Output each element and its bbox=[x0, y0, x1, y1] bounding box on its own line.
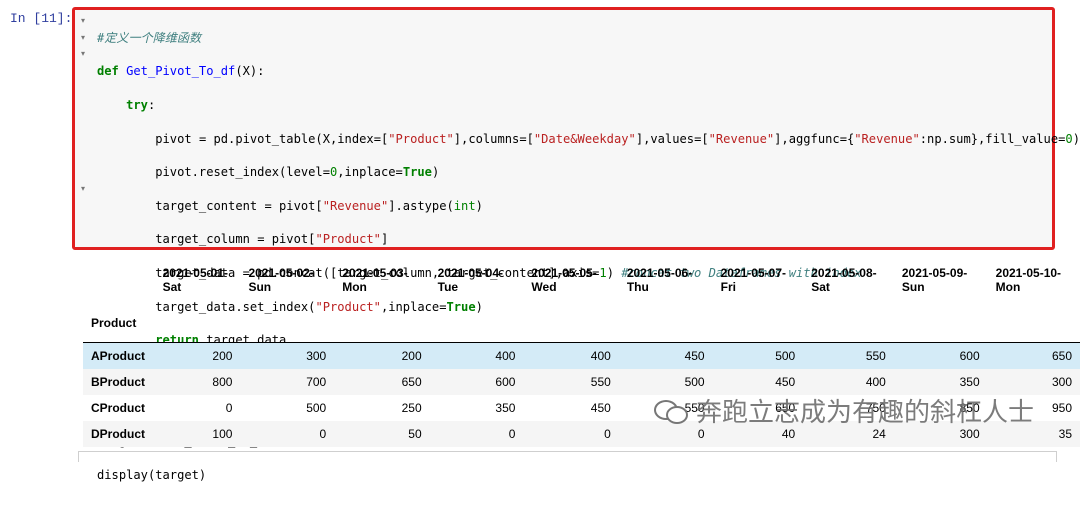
row-index: AProduct bbox=[91, 349, 145, 363]
column-header-row: 2021-05-01- Sat 2021-05-02- Sun 2021-05-03- M… bbox=[83, 266, 1080, 316]
table-cell: 200 bbox=[212, 349, 233, 363]
next-cell-edge[interactable] bbox=[78, 451, 1057, 462]
index-name-spacer bbox=[334, 316, 430, 343]
table-cell: 0 bbox=[604, 427, 611, 441]
index-name-spacer bbox=[240, 316, 335, 343]
index-name-spacer bbox=[429, 316, 524, 343]
table-cell: 500 bbox=[775, 349, 796, 363]
code-line: #定义一个降维函数 bbox=[97, 30, 202, 45]
table-cell: 450 bbox=[590, 401, 611, 415]
table-cell: 400 bbox=[590, 349, 611, 363]
code-line: pivot = pd.pivot_table(X,index=["Product… bbox=[97, 131, 1080, 146]
index-name-spacer bbox=[523, 316, 619, 343]
row-index: BProduct bbox=[91, 375, 145, 389]
index-name-spacer bbox=[893, 316, 988, 343]
fold-arrow-icon[interactable]: ▾ bbox=[81, 184, 85, 193]
column-header: 2021-05-02- Sun bbox=[248, 266, 314, 294]
input-prompt: In [11]: bbox=[10, 11, 73, 26]
table-cell: 0 bbox=[319, 427, 327, 441]
column-header: 2021-05-09- Sun bbox=[901, 266, 968, 294]
table-cell: 600 bbox=[959, 349, 980, 363]
table-cell: 700 bbox=[306, 375, 327, 389]
row-index: DProduct bbox=[91, 427, 145, 441]
table-cell: 550 bbox=[865, 349, 886, 363]
fold-arrow-icon[interactable]: ▾ bbox=[81, 33, 85, 42]
code-line: try: bbox=[126, 97, 156, 112]
watermark: 奔跑立志成为有趣的斜杠人士 bbox=[654, 392, 1034, 429]
column-header: 2021-05-01- Sat bbox=[162, 266, 228, 294]
table-cell: 350 bbox=[495, 401, 516, 415]
table-cell: 600 bbox=[495, 375, 516, 389]
column-header: 2021-05-05- Wed bbox=[531, 266, 597, 294]
table-cell: 500 bbox=[306, 401, 327, 415]
row-index: CProduct bbox=[91, 401, 145, 415]
table-cell: 300 bbox=[306, 349, 327, 363]
code-line: display(target) bbox=[97, 467, 207, 482]
column-header: 2021-05-08- Sat bbox=[811, 266, 877, 294]
index-name-spacer bbox=[712, 316, 804, 343]
code-line: def Get_Pivot_To_df(X): bbox=[97, 64, 265, 79]
code-gutter: ▾ ▾ ▾ ▾ bbox=[75, 10, 95, 247]
index-name-spacer bbox=[618, 316, 713, 343]
column-header: 2021-05-04- Tue bbox=[437, 266, 504, 294]
index-name: Product bbox=[83, 316, 155, 343]
header-corner bbox=[83, 266, 155, 316]
index-name-spacer bbox=[803, 316, 894, 343]
table-cell: 200 bbox=[401, 349, 422, 363]
code-line: target_content = pivot["Revenue"].astype… bbox=[97, 198, 483, 213]
column-header: 2021-05-06- Thu bbox=[626, 266, 693, 294]
table-cell: 100 bbox=[212, 427, 233, 441]
index-name-spacer bbox=[154, 316, 241, 343]
watermark-text: 奔跑立志成为有趣的斜杠人士 bbox=[696, 398, 1035, 428]
table-cell: 250 bbox=[401, 401, 422, 415]
column-header: 2021-05-07- Fri bbox=[720, 266, 786, 294]
code-line: target_column = pivot["Product"] bbox=[97, 232, 389, 247]
table-cell: 800 bbox=[212, 375, 233, 389]
fold-arrow-icon[interactable]: ▾ bbox=[81, 49, 85, 58]
table-cell: 50 bbox=[408, 427, 422, 441]
table-cell: 450 bbox=[684, 349, 705, 363]
code-cell-editor[interactable]: ▾ ▾ ▾ ▾ #定义一个降维函数 def Get_Pivot_To_df(X)… bbox=[72, 7, 1080, 482]
wechat-icon bbox=[654, 397, 688, 425]
table-cell: 400 bbox=[495, 349, 516, 363]
table-cell: 0 bbox=[225, 401, 233, 415]
column-header: 2021-05-03- Mon bbox=[342, 266, 408, 294]
table-cell: 650 bbox=[1051, 349, 1072, 363]
table-cell: 550 bbox=[590, 375, 611, 389]
table-cell: 0 bbox=[508, 427, 516, 441]
table-row: AProduct 200 300 200 400 400 450 500 550 600 650 bbox=[83, 342, 1080, 369]
table-cell: 650 bbox=[401, 375, 422, 389]
code-line: pivot.reset_index(level=0,inplace=True) bbox=[97, 165, 440, 180]
fold-arrow-icon[interactable]: ▾ bbox=[81, 16, 85, 25]
index-name-spacer bbox=[987, 316, 1080, 343]
index-name-row: Product bbox=[83, 316, 1080, 343]
column-header: 2021-05-10- Mon bbox=[995, 266, 1062, 294]
